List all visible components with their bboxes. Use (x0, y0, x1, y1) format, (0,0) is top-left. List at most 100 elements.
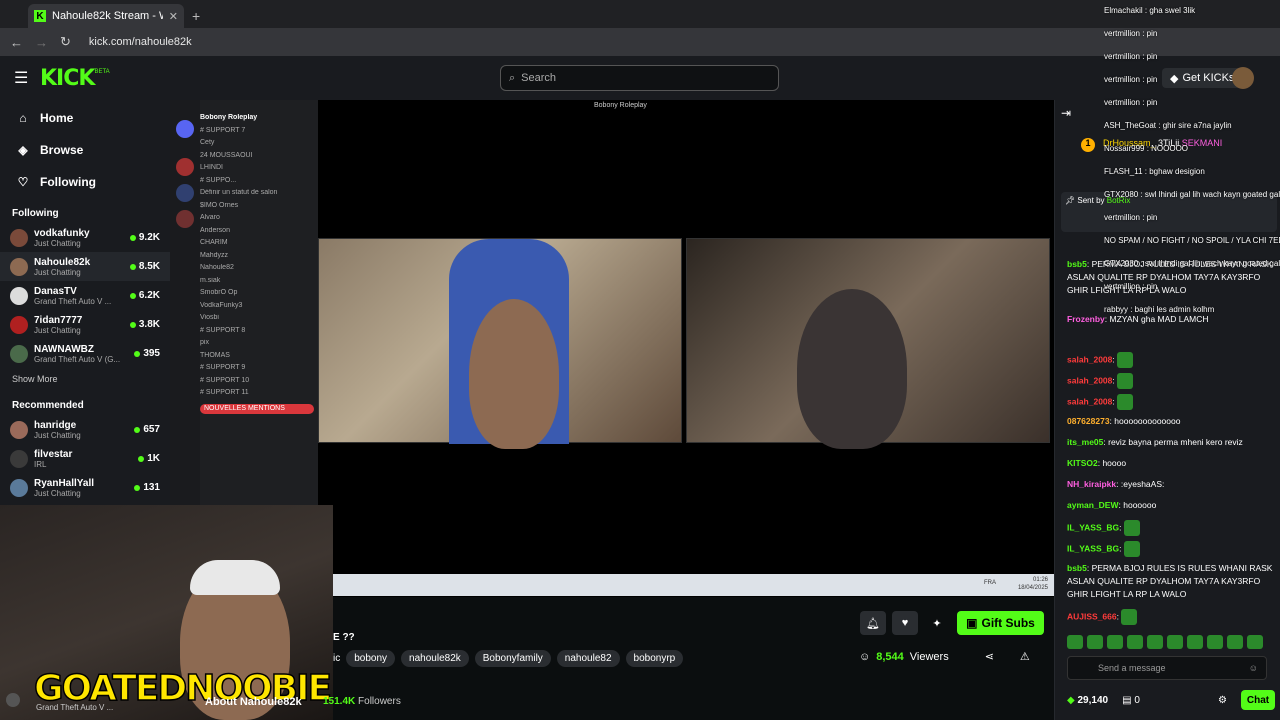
chat-send-button[interactable]: Chat (1241, 690, 1275, 710)
collapse-chat-icon[interactable]: ⇥ (1061, 106, 1071, 120)
recommended-heading: Recommended (12, 400, 84, 411)
overlay-chat-line: vertmillion : pin (1104, 75, 1158, 84)
chat-username[interactable]: AUJISS_666 (1067, 611, 1117, 621)
channel-item[interactable]: 7idan7777 Just Chatting 3.8K (0, 310, 170, 339)
person (797, 289, 907, 449)
chat-message: salah_2008: (1067, 373, 1277, 389)
notification-bell-icon[interactable]: 🔔︎ (860, 611, 886, 635)
url-field[interactable]: kick.com/nahoule82k (89, 36, 192, 48)
avatar (10, 228, 28, 247)
overlay-chat-line: GTX2080 : swl lhindi gal lih wach kayn g… (1104, 190, 1280, 199)
chat-message: KITSO2: hoooo (1067, 457, 1277, 470)
viewer-count: 1K (147, 453, 160, 464)
back-icon[interactable]: ← (10, 35, 23, 50)
discord-channel: THOMAS (200, 351, 230, 359)
webcam-feed-left (318, 238, 682, 449)
about-heading: About Nahoule82k (205, 696, 302, 708)
emote-icon[interactable] (1107, 635, 1123, 649)
cap (190, 560, 280, 595)
channel-item[interactable]: filvestar IRL 1K (0, 444, 170, 473)
viewer-count: 131 (143, 482, 160, 493)
channel-item[interactable]: vodkafunky Just Chatting 9.2K (0, 223, 170, 252)
person (469, 299, 559, 449)
chat-text: hooooooooooooo (1114, 416, 1181, 426)
channel-game: Just Chatting (34, 267, 81, 277)
forward-icon[interactable]: → (35, 35, 48, 50)
chat-username[interactable]: its_me05 (1067, 437, 1103, 447)
viewers-label: Viewers (909, 650, 949, 663)
emote-icon[interactable] (1227, 635, 1243, 649)
channel-item[interactable]: Nahoule82k Just Chatting 8.5K (0, 252, 170, 281)
tab-close-icon[interactable]: ✕ (169, 10, 178, 23)
show-more-link[interactable]: Show More (0, 368, 170, 390)
emote-icon[interactable] (1147, 635, 1163, 649)
emote-icon[interactable] (1067, 635, 1083, 649)
sparkle-icon[interactable]: ✦ (924, 611, 950, 635)
avatar (10, 257, 28, 276)
discord-channel: Viosbi (200, 314, 219, 321)
channel-item[interactable]: DanasTV Grand Theft Auto V ... 6.2K (0, 281, 170, 310)
gift-subs-button[interactable]: ▣ Gift Subs (957, 611, 1044, 635)
share-icon[interactable]: ⋖ (985, 650, 994, 663)
chat-username[interactable]: salah_2008 (1067, 396, 1112, 406)
follow-heart-icon[interactable]: ♥ (892, 611, 918, 635)
chat-username[interactable]: bsb5 (1067, 259, 1087, 269)
emote-icon[interactable] (1247, 635, 1263, 649)
emote-icon[interactable] (1207, 635, 1223, 649)
emoji-icon[interactable]: ☺ (1249, 663, 1258, 673)
discord-channel: Nahoule82 (200, 264, 234, 271)
chat-username[interactable]: salah_2008 (1067, 375, 1112, 385)
chat-username[interactable]: ayman_DEW (1067, 500, 1119, 510)
nav-home[interactable]: ⌂ Home (0, 102, 170, 134)
chat-placeholder: Send a message (1098, 663, 1166, 673)
discord-channel: CHARIM (200, 239, 228, 246)
tag[interactable]: ic (333, 650, 340, 667)
tag[interactable]: bobonyrp (625, 650, 684, 667)
browser-tab[interactable]: K Nahoule82k Stream - Watc ✕ (28, 4, 184, 28)
emote-icon[interactable] (1127, 635, 1143, 649)
emote-icon[interactable] (1087, 635, 1103, 649)
menu-icon[interactable]: ☰ (14, 68, 28, 88)
viewer-count: 9.2K (138, 232, 160, 243)
tag[interactable]: nahoule82 (556, 650, 620, 667)
chat-username[interactable]: Frozenby (1067, 314, 1105, 324)
tag[interactable]: Bobonyfamily (474, 650, 551, 667)
settings-gear-icon[interactable]: ⚙ (1218, 695, 1227, 706)
emote-icon[interactable] (1187, 635, 1203, 649)
discord-channel: Alvaro (200, 214, 220, 221)
chat-username[interactable]: 087628273 (1067, 416, 1110, 426)
search-input[interactable]: ⌕ Search (500, 65, 779, 91)
clock-date: 18/04/2025 (1017, 585, 1048, 591)
chat-input[interactable]: Send a message ☺ (1067, 656, 1267, 680)
chest-count[interactable]: ▤ 0 (1122, 695, 1140, 706)
channel-game: Just Chatting (34, 430, 81, 440)
emote-icon[interactable] (1167, 635, 1183, 649)
nav-label: Home (40, 111, 74, 125)
chat-username[interactable]: IL_YASS_BG (1067, 522, 1119, 532)
tag[interactable]: bobony (346, 650, 396, 667)
nav-browse[interactable]: ◈ Browse (0, 134, 170, 166)
report-icon[interactable]: ⚠ (1020, 650, 1030, 663)
reload-icon[interactable]: ↻ (60, 34, 71, 50)
channel-item[interactable]: hanridge Just Chatting 657 (0, 415, 170, 444)
chat-username[interactable]: salah_2008 (1067, 354, 1112, 364)
server-icon (176, 210, 194, 228)
discord-channel: $IMO Ornes (200, 201, 239, 209)
action-buttons: 🔔︎ ♥ ✦ (860, 611, 950, 635)
kicks-balance[interactable]: ◆ 29,140 (1067, 695, 1108, 706)
chat-username[interactable]: bsb5 (1067, 563, 1087, 573)
channel-item[interactable]: RyanHallYall Just Chatting 131 (0, 473, 170, 502)
viewer-count: 3.8K (138, 319, 160, 330)
kick-logo[interactable]: KICK (40, 66, 95, 91)
chat-username[interactable]: IL_YASS_BG (1067, 543, 1119, 553)
tag[interactable]: nahoule82k (401, 650, 469, 667)
chat-username[interactable]: NH_kiraipkk (1067, 479, 1116, 489)
new-tab-icon[interactable]: + (192, 8, 200, 24)
kick-header: ☰ KICK BETA ⌕ Search ◆ Get KICKs (0, 56, 1280, 100)
channel-item[interactable]: NAWNAWBZ Grand Theft Auto V (G... 395 (0, 339, 170, 368)
chat-username[interactable]: KITSO2 (1067, 458, 1098, 468)
discord-mentions-badge: NOUVELLES MENTIONS (200, 403, 314, 414)
overlay-chat-line: vertmillion : pin (1104, 213, 1158, 222)
nav-following[interactable]: ♡ Following (0, 166, 170, 198)
avatar (10, 478, 28, 497)
